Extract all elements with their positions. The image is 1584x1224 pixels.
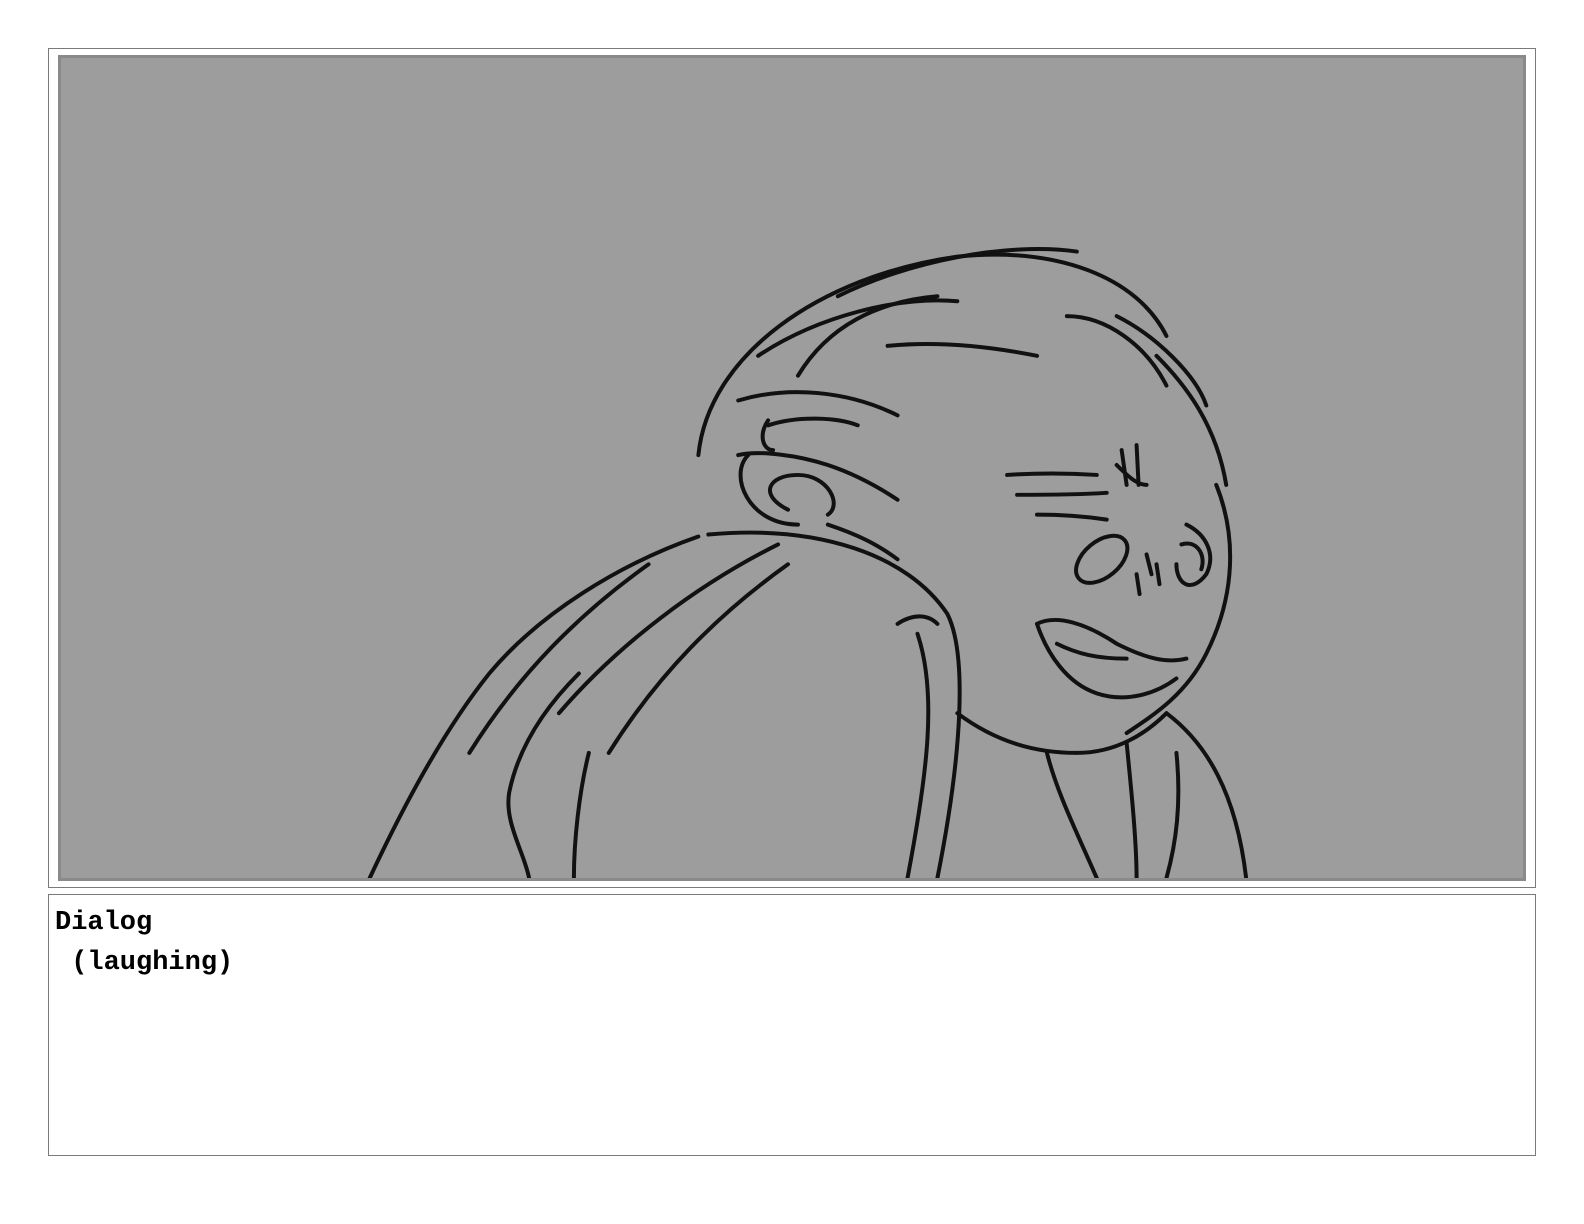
sketch-illustration [367,247,1249,878]
dialog-heading: Dialog [55,908,153,938]
storyboard-panel-frame [48,48,1536,888]
dialog-box: Dialog (laughing) [48,894,1536,1156]
storyboard-panel [58,55,1526,881]
dialog-line: (laughing) [55,948,234,978]
